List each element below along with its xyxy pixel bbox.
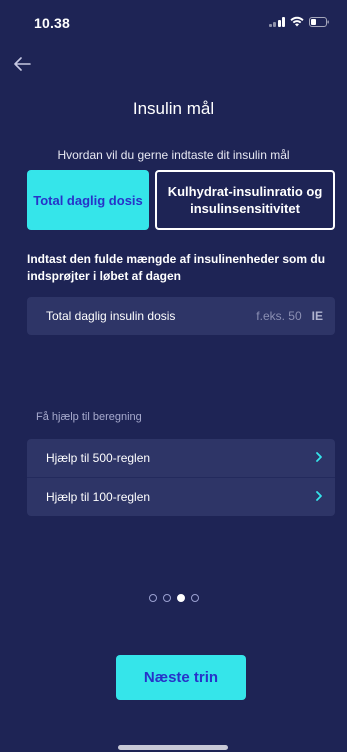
help-500-rule-row[interactable]: Hjælp til 500-reglen (27, 439, 335, 477)
help-100-rule-label: Hjælp til 100-reglen (46, 490, 151, 504)
chevron-right-icon (315, 490, 323, 505)
total-dose-input[interactable] (235, 309, 302, 323)
next-step-button[interactable]: Næste trin (116, 655, 246, 700)
wifi-icon (290, 16, 304, 27)
page-dot (148, 594, 157, 602)
status-time: 10.38 (34, 15, 71, 31)
home-indicator[interactable] (118, 745, 228, 750)
signal-icon (268, 16, 285, 27)
total-dose-input-row: Total daglig insulin dosis IE (27, 297, 335, 335)
page-dot-active (176, 594, 185, 602)
back-arrow-icon[interactable] (8, 50, 36, 78)
help-100-rule-row[interactable]: Hjælp til 100-reglen (27, 478, 335, 516)
page-indicator (0, 594, 347, 602)
unit-label: IE (311, 309, 323, 323)
instruction-text: Indtast den fulde mængde af insulinenhed… (27, 252, 326, 283)
help-500-rule-label: Hjælp til 500-reglen (46, 451, 151, 465)
status-icons (268, 16, 330, 27)
status-bar: 10.38 (0, 0, 347, 44)
page-dot (162, 594, 171, 602)
help-heading: Få hjælp til beregning (36, 411, 142, 423)
option-carb-ratio-button[interactable]: Kulhydrat-insulinratio og insulinsensiti… (155, 170, 335, 230)
total-dose-label: Total daglig insulin dosis (46, 309, 176, 323)
page-title: Insulin mål (132, 99, 215, 118)
option-total-daily-dose-button[interactable]: Total daglig dosis (27, 170, 149, 230)
page-dot (190, 594, 199, 602)
chevron-right-icon (315, 451, 323, 466)
question-text: Hvordan vil du gerne indtaste dit insuli… (57, 148, 290, 162)
battery-icon (309, 16, 329, 27)
